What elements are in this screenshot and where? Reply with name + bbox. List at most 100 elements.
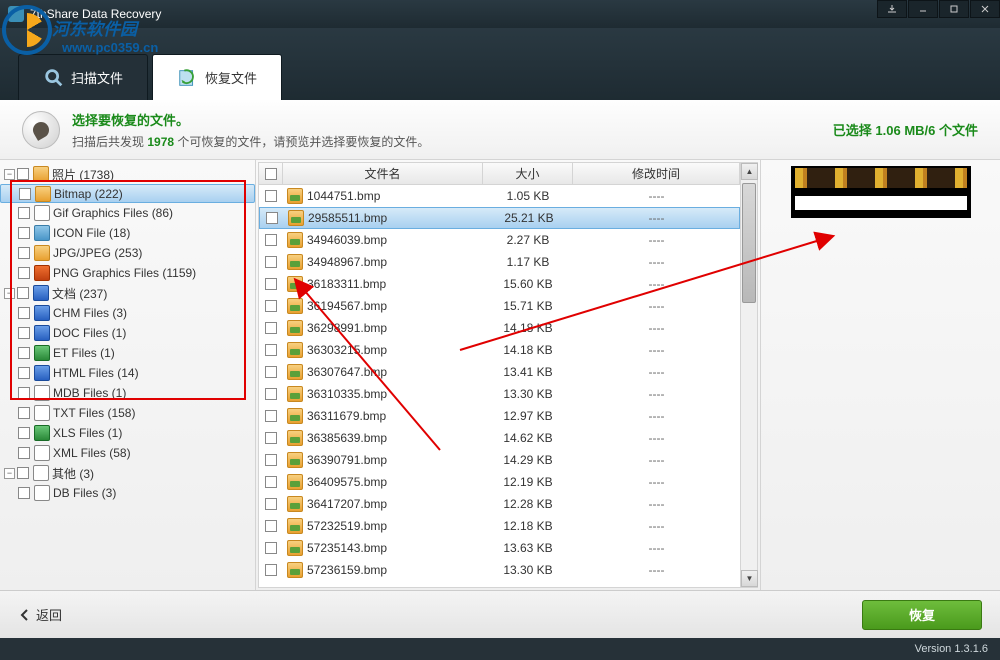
tree-item-mdb[interactable]: MDB Files (1) (0, 383, 255, 403)
file-mtime: ---- (573, 233, 740, 247)
tab-scan-files[interactable]: 扫描文件 (18, 54, 148, 100)
file-row[interactable]: 36310335.bmp 13.30 KB ---- (259, 383, 740, 405)
tree-item-jpg[interactable]: JPG/JPEG (253) (0, 243, 255, 263)
file-mtime: ---- (573, 497, 740, 511)
row-checkbox[interactable] (265, 520, 277, 532)
file-row[interactable]: 36385639.bmp 14.62 KB ---- (259, 427, 740, 449)
bmp-file-icon (287, 540, 303, 556)
bmp-file-icon (287, 408, 303, 424)
row-checkbox[interactable] (265, 498, 277, 510)
title-bar: 7thShare Data Recovery (0, 0, 1000, 28)
file-size: 2.27 KB (483, 233, 573, 247)
scrollbar-thumb[interactable] (742, 183, 756, 303)
row-checkbox[interactable] (265, 542, 277, 554)
row-checkbox[interactable] (266, 212, 278, 224)
file-row[interactable]: 36417207.bmp 12.28 KB ---- (259, 493, 740, 515)
preview-panel (760, 160, 1000, 590)
row-checkbox[interactable] (265, 300, 277, 312)
scroll-down-icon[interactable]: ▼ (741, 570, 758, 587)
file-mtime: ---- (573, 189, 740, 203)
file-name: 36194567.bmp (307, 299, 387, 313)
file-size: 13.63 KB (483, 541, 573, 555)
file-size: 12.18 KB (483, 519, 573, 533)
file-size: 14.18 KB (483, 343, 573, 357)
bmp-file-icon (287, 342, 303, 358)
col-checkbox[interactable] (259, 163, 283, 184)
tree-item-txt[interactable]: TXT Files (158) (0, 403, 255, 423)
file-mtime: ---- (573, 475, 740, 489)
close-button[interactable] (970, 0, 1000, 18)
scroll-up-icon[interactable]: ▲ (741, 163, 758, 180)
tree-item-xml[interactable]: XML Files (58) (0, 443, 255, 463)
file-name: 57235143.bmp (307, 541, 387, 555)
tree-cat-doc[interactable]: −文档 (237) (0, 283, 255, 303)
info-banner: 选择要恢复的文件。 扫描后共发现 1978 个可恢复的文件，请预览并选择要恢复的… (0, 100, 1000, 160)
version-bar: Version 1.3.1.6 (0, 638, 1000, 660)
tree-item-xls[interactable]: XLS Files (1) (0, 423, 255, 443)
tree-item-icon[interactable]: ICON File (18) (0, 223, 255, 243)
tree-item-chm[interactable]: CHM Files (3) (0, 303, 255, 323)
db-icon (34, 485, 50, 501)
minimize-button[interactable] (908, 0, 938, 18)
recover-button[interactable]: 恢复 (862, 600, 982, 630)
tree-item-png[interactable]: PNG Graphics Files (1159) (0, 263, 255, 283)
tree-cat-photo[interactable]: −照片 (1738) (0, 164, 255, 184)
file-name: 36307647.bmp (307, 365, 387, 379)
row-checkbox[interactable] (265, 190, 277, 202)
row-checkbox[interactable] (265, 388, 277, 400)
file-row[interactable]: 34948967.bmp 1.17 KB ---- (259, 251, 740, 273)
file-row[interactable]: 57235143.bmp 13.63 KB ---- (259, 537, 740, 559)
file-mtime: ---- (573, 409, 740, 423)
file-row[interactable]: 36311679.bmp 12.97 KB ---- (259, 405, 740, 427)
bmp-file-icon (287, 452, 303, 468)
back-button[interactable]: 返回 (18, 605, 62, 624)
row-checkbox[interactable] (265, 454, 277, 466)
col-name[interactable]: 文件名 (283, 163, 483, 184)
row-checkbox[interactable] (265, 476, 277, 488)
tree-item-db[interactable]: DB Files (3) (0, 483, 255, 503)
file-row[interactable]: 36194567.bmp 15.71 KB ---- (259, 295, 740, 317)
download-button[interactable] (877, 0, 907, 18)
file-row[interactable]: 57232519.bmp 12.18 KB ---- (259, 515, 740, 537)
app-icon (8, 6, 24, 22)
file-row[interactable]: 36390791.bmp 14.29 KB ---- (259, 449, 740, 471)
file-row[interactable]: 36183311.bmp 15.60 KB ---- (259, 273, 740, 295)
col-size[interactable]: 大小 (483, 163, 573, 184)
tree-item-doc[interactable]: DOC Files (1) (0, 323, 255, 343)
row-checkbox[interactable] (265, 432, 277, 444)
tree-item-html[interactable]: HTML Files (14) (0, 363, 255, 383)
row-checkbox[interactable] (265, 410, 277, 422)
file-row[interactable]: 1044751.bmp 1.05 KB ---- (259, 185, 740, 207)
file-row[interactable]: 36409575.bmp 12.19 KB ---- (259, 471, 740, 493)
banner-title: 选择要恢复的文件。 (72, 110, 429, 129)
file-row[interactable]: 36298991.bmp 14.18 KB ---- (259, 317, 740, 339)
selection-summary: 已选择 1.06 MB/6 个文件 (833, 120, 978, 139)
tree-item-gif[interactable]: Gif Graphics Files (86) (0, 203, 255, 223)
row-checkbox[interactable] (265, 322, 277, 334)
arrow-left-icon (18, 608, 32, 622)
bmp-file-icon (287, 562, 303, 578)
maximize-button[interactable] (939, 0, 969, 18)
file-row[interactable]: 36303215.bmp 14.18 KB ---- (259, 339, 740, 361)
file-row[interactable]: 34946039.bmp 2.27 KB ---- (259, 229, 740, 251)
col-mtime[interactable]: 修改时间 (573, 163, 740, 184)
tree-item-bitmap[interactable]: Bitmap (222) (0, 184, 255, 203)
tree-item-et[interactable]: ET Files (1) (0, 343, 255, 363)
file-row[interactable]: 36307647.bmp 13.41 KB ---- (259, 361, 740, 383)
file-row[interactable]: 29585511.bmp 25.21 KB ---- (259, 207, 740, 229)
row-checkbox[interactable] (265, 256, 277, 268)
file-mtime: ---- (574, 211, 739, 225)
row-checkbox[interactable] (265, 564, 277, 576)
tab-recover-files[interactable]: 恢复文件 (152, 54, 282, 100)
row-checkbox[interactable] (265, 234, 277, 246)
file-mtime: ---- (573, 431, 740, 445)
file-size: 14.62 KB (483, 431, 573, 445)
file-row[interactable]: 57236159.bmp 13.30 KB ---- (259, 559, 740, 581)
file-name: 36298991.bmp (307, 321, 387, 335)
row-checkbox[interactable] (265, 366, 277, 378)
scrollbar[interactable]: ▲ ▼ (740, 163, 757, 587)
bmp-file-icon (287, 276, 303, 292)
row-checkbox[interactable] (265, 344, 277, 356)
tree-cat-other[interactable]: −其他 (3) (0, 463, 255, 483)
row-checkbox[interactable] (265, 278, 277, 290)
